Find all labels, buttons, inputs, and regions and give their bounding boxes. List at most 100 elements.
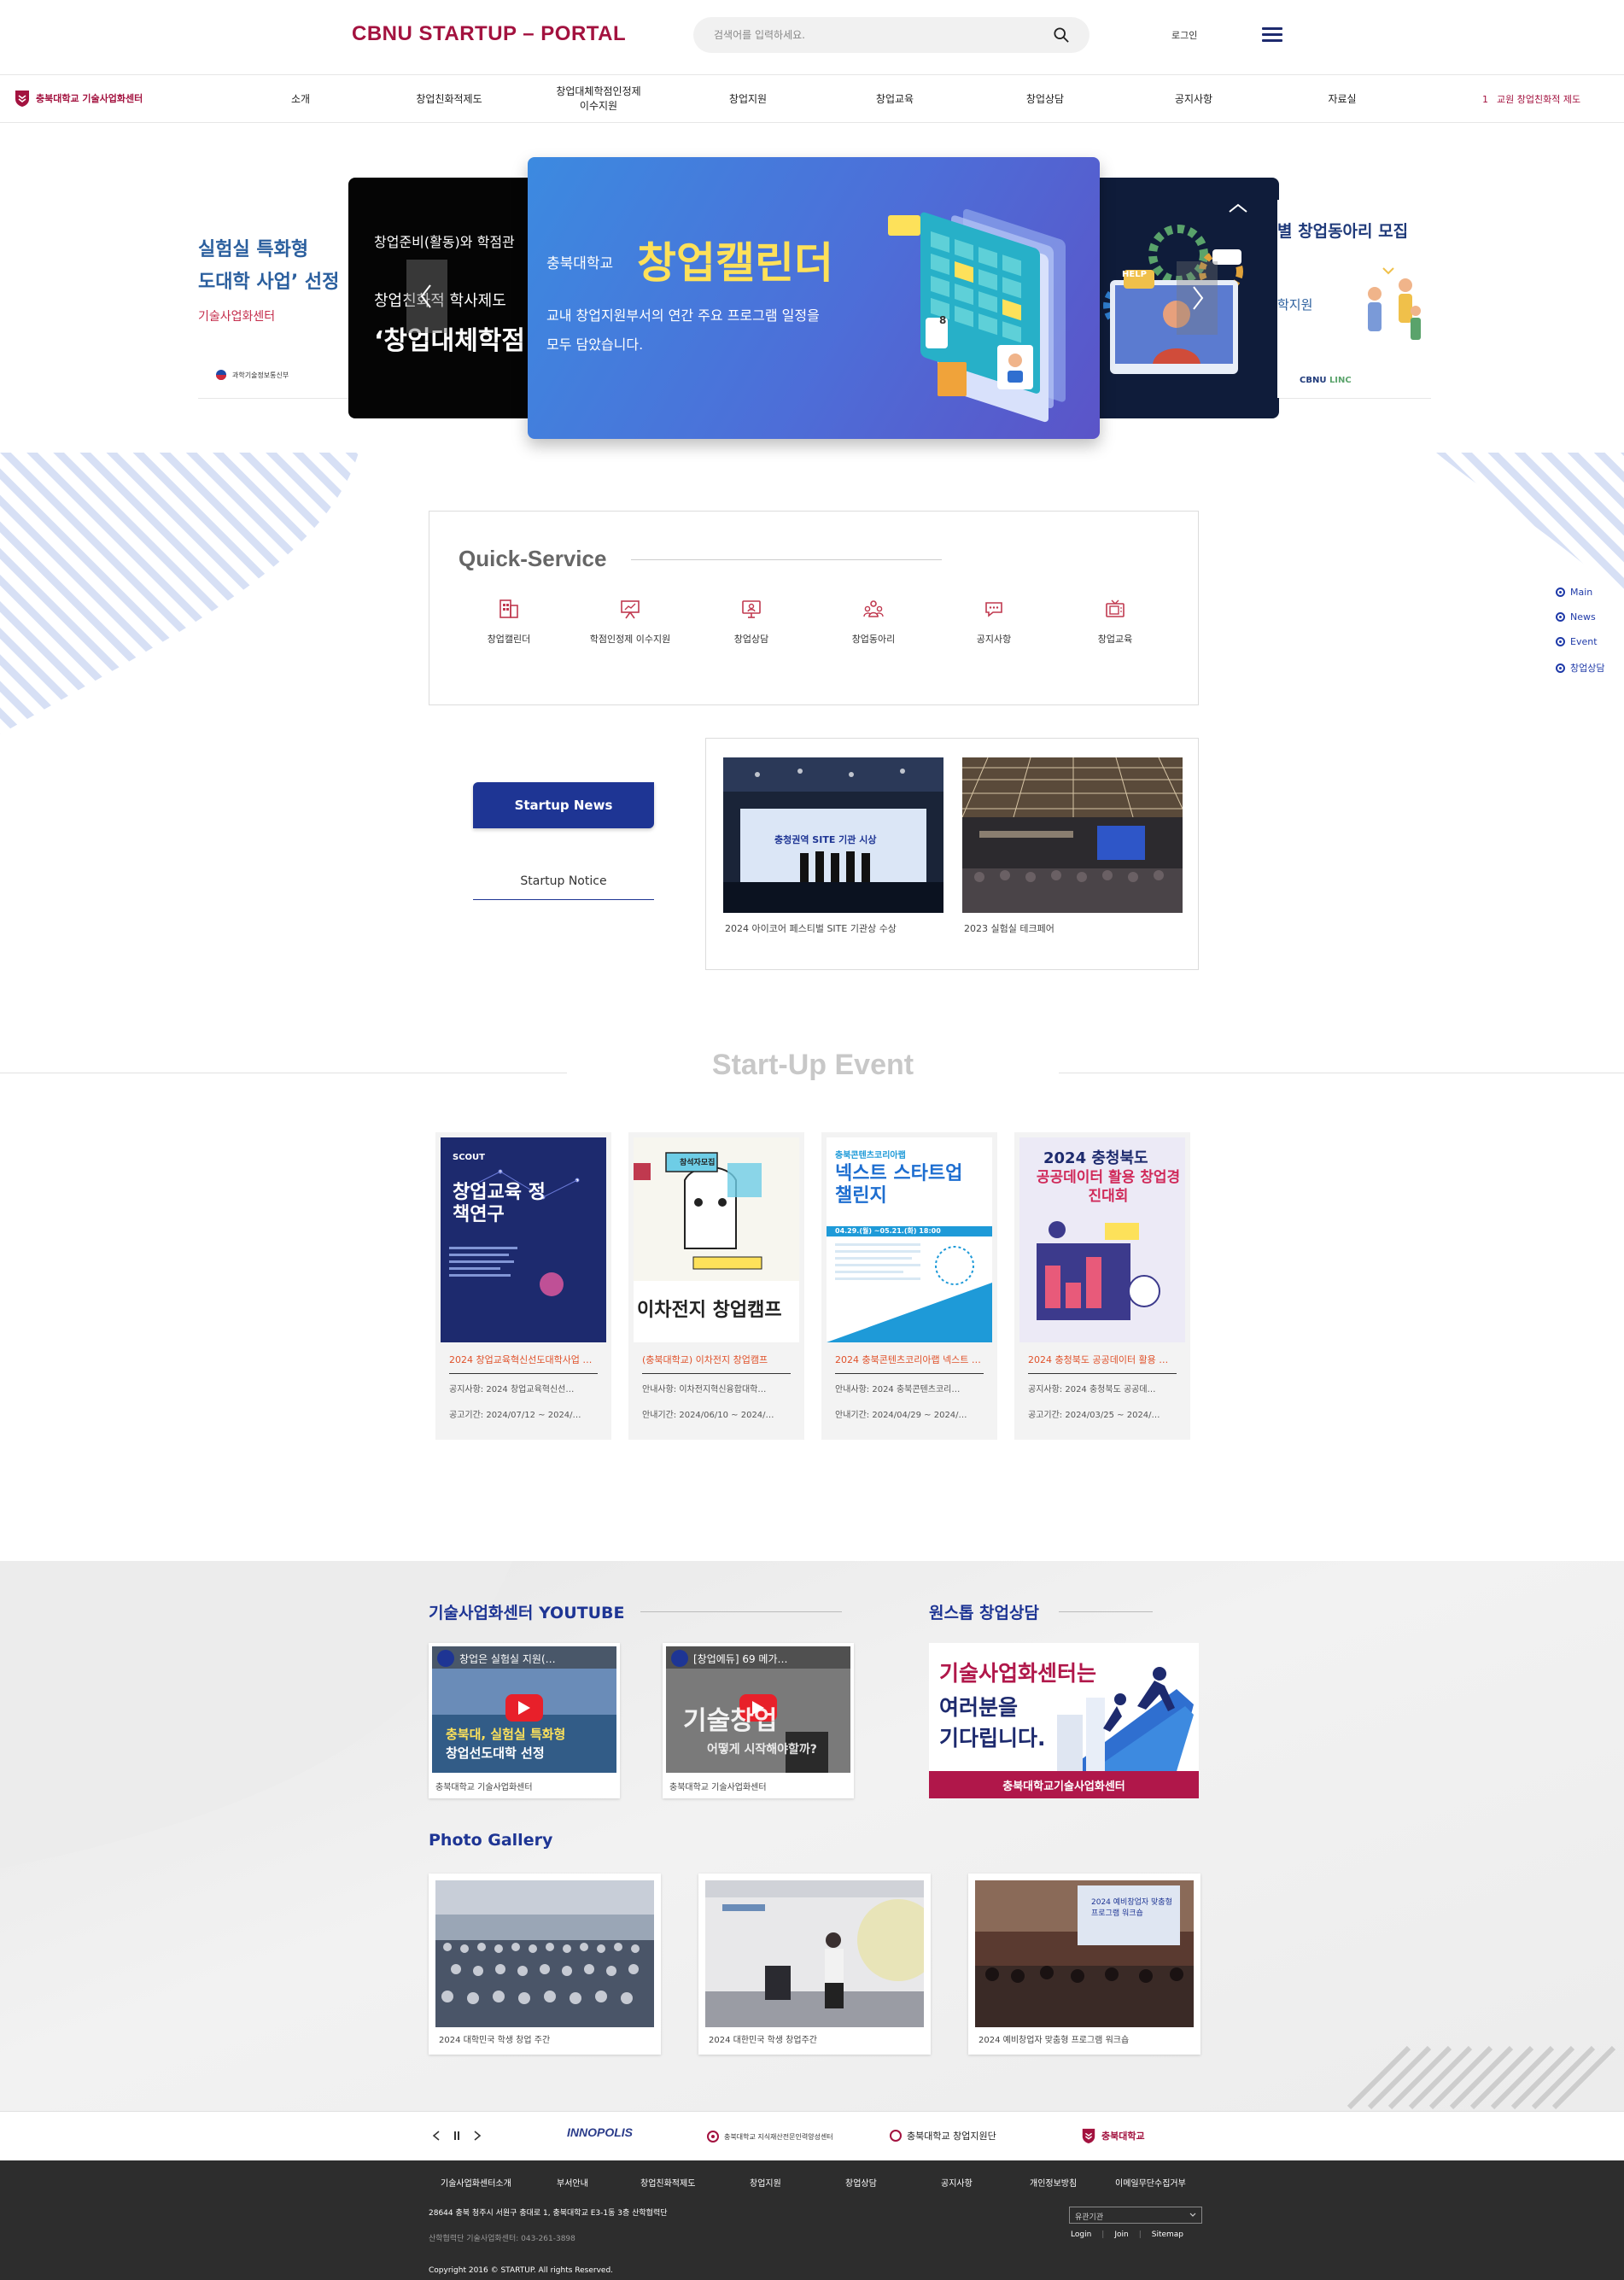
slide-lab-sub: 기술사업화센터	[198, 310, 276, 324]
footer-join[interactable]: Join	[1114, 2230, 1128, 2239]
menu-icon[interactable]	[1262, 27, 1282, 43]
partner-prev-icon[interactable]	[432, 2131, 441, 2141]
nav-support[interactable]: 창업지원	[714, 75, 782, 123]
related-sites-label: 유관기관	[1075, 2213, 1104, 2222]
footer-copyright: Copyright 2016 © STARTUP. All rights Res…	[429, 2266, 614, 2275]
gallery-caption-2: 2024 대한민국 학생 창업주간	[709, 2036, 817, 2045]
event-card-1[interactable]: SCOUT 창업교육 정책연구 2024 창업교육혁신선도대학사업 … 공지사항…	[435, 1132, 611, 1440]
news-caption-2[interactable]: 2023 실험실 테크페어	[964, 921, 1054, 935]
gallery-item-1[interactable]: 2024 대학민국 학생 창업 주간	[429, 1874, 661, 2055]
consult-line2: 여러분을	[939, 1695, 1019, 1720]
event-desc-1: 공지사항: 2024 창업교육혁신선…	[449, 1385, 575, 1394]
partner-ip-center[interactable]: 충북대학교 지식재산전문인력양성센터	[707, 2131, 833, 2143]
footer-link-support[interactable]: 창업지원	[750, 2176, 781, 2189]
nav-credit-system[interactable]: 창업대체학점인정제 이수지원	[541, 75, 656, 123]
event-date-4: 공고기간: 2024/03/25 ~ 2024/…	[1028, 1411, 1160, 1420]
footer-link-system[interactable]: 창업친화적제도	[640, 2176, 695, 2189]
chat-icon	[985, 602, 1002, 617]
slide-credit-system[interactable]: 창업준비(활동)와 학점관 창업친화적 학사제도 ‘창업대체학점	[348, 178, 553, 418]
news-caption-1[interactable]: 2024 아이코어 페스티벌 SITE 기관상 수상	[725, 921, 897, 935]
calendar-illustration	[888, 208, 1066, 423]
partner-innopolis[interactable]: INNOPOLIS	[567, 2125, 633, 2139]
quick-notice[interactable]: 공지사항	[943, 598, 1045, 646]
main-navigation: 충북대학교 기술사업화센터 소개 창업친화적제도 창업대체학점인정제 이수지원 …	[0, 75, 1624, 123]
search-input[interactable]	[714, 17, 1038, 53]
event-section-title: Start-Up Event	[711, 1049, 914, 1081]
partner-cbnu[interactable]: 충북대학교	[1081, 2127, 1145, 2144]
gallery-title: Photo Gallery	[429, 1831, 553, 1850]
partner-startup-group[interactable]: 충북대학교 창업지원단	[890, 2129, 996, 2143]
calendar-desc2: 모두 담았습니다.	[546, 336, 644, 353]
quick-credit[interactable]: 학점인정제 이수지원	[579, 598, 681, 646]
footer-link-privacy[interactable]: 개인정보방침	[1030, 2176, 1077, 2189]
side-nav-consult[interactable]: 창업상담	[1556, 661, 1604, 675]
related-sites-select[interactable]: 유관기관	[1069, 2207, 1202, 2224]
partner-pause-icon[interactable]	[453, 2131, 461, 2141]
footer-login[interactable]: Login	[1071, 2230, 1091, 2239]
footer-sitemap[interactable]: Sitemap	[1152, 2230, 1183, 2239]
search-icon[interactable]	[1054, 27, 1069, 43]
slide-help[interactable]: HELP	[1084, 178, 1279, 418]
event-card-2[interactable]: 참석자모집 이차전지 창업캠프 (충북대학교) 이차전지 창업캠프 안내사항: …	[628, 1132, 804, 1440]
slide-startup-calendar[interactable]: 충북대학교 창업캘린더 교내 창업지원부서의 연간 주요 프로그램 일정을 모두…	[528, 157, 1100, 439]
youtube-thumb-2: [창업에듀] 69 메가… 기술창업 어떻게 시작해야할까?	[666, 1646, 850, 1773]
login-link[interactable]: 로그인	[1171, 28, 1197, 42]
footer-link-email[interactable]: 이메일무단수집거부	[1115, 2176, 1186, 2189]
slider-next-button[interactable]	[1177, 261, 1218, 335]
university-shield-icon	[15, 91, 29, 107]
tab-startup-news[interactable]: Startup News	[473, 782, 654, 828]
event-poster-4-top: 2024 충청북도	[1043, 1149, 1148, 1167]
side-nav-event[interactable]: Event	[1556, 636, 1598, 647]
youtube-video-1[interactable]: 창업은 실험실 지원(… 충북대, 실험실 특화형 창업선도대학 선정 충북대학…	[429, 1643, 620, 1798]
nav-notice[interactable]: 공지사항	[1160, 75, 1228, 123]
quick-education[interactable]: 창업교육	[1064, 598, 1166, 646]
gallery-item-2[interactable]: 2024 대한민국 학생 창업주간	[698, 1874, 931, 2055]
footer-link-about[interactable]: 기술사업화센터소개	[441, 2176, 511, 2189]
news-photo-1-banner: 충청권역 SITE 기관 시상	[774, 834, 877, 845]
search-box	[693, 17, 1089, 53]
nav-intro[interactable]: 소개	[266, 75, 335, 123]
calendar-page-num: 8	[939, 314, 947, 326]
slide-lab-special[interactable]: 실험실 특화형 도대학 사업’ 선정 기술사업화센터 과학기술정보통신부	[198, 200, 360, 398]
news-thumb-1[interactable]: 충청권역 SITE 기관 시상	[723, 757, 943, 913]
footer-link-dept[interactable]: 부서안내	[557, 2176, 588, 2189]
chevron-right-icon	[1193, 286, 1204, 310]
footer-link-consult[interactable]: 창업상담	[845, 2176, 877, 2189]
monitor-icon	[742, 600, 761, 618]
site-brand[interactable]: CBNU STARTUP – PORTAL	[352, 22, 626, 46]
tab-startup-notice[interactable]: Startup Notice	[473, 862, 654, 900]
news-thumb-2[interactable]	[962, 757, 1183, 913]
calendar-small-title: 충북대학교	[546, 255, 614, 272]
nav-friendly-system[interactable]: 창업친화적제도	[398, 75, 500, 123]
event-card-4[interactable]: 2024 충청북도 공공데이터 활용 창업경진대회 2024 충청북도 공공데이…	[1014, 1132, 1190, 1440]
event-poster-3: 충북콘텐츠코리아랩 넥스트 스타트업 챌린지 04.29.(월) ~05.21.…	[827, 1137, 992, 1342]
slider-prev-button[interactable]	[406, 260, 447, 333]
quick-consulting[interactable]: 창업상담	[700, 598, 803, 646]
quick-club[interactable]: 창업동아리	[822, 598, 925, 646]
side-nav-main[interactable]: Main	[1556, 587, 1592, 598]
youtube-video-2-overlay2: 어떻게 시작해야할까?	[707, 1743, 817, 1757]
consult-button[interactable]: 충북대학교기술사업화센터	[929, 1771, 1199, 1798]
linc-logo-text: LINC	[1329, 376, 1352, 385]
gallery-item-3[interactable]: 2024 예비창업자 맞춤형 프로그램 워크숍 2024 예비창업자 맞춤형 프…	[968, 1874, 1200, 2055]
center-logo[interactable]: 충북대학교 기술사업화센터	[14, 89, 143, 108]
side-nav-news[interactable]: News	[1556, 611, 1596, 623]
partner-next-icon[interactable]	[473, 2131, 482, 2141]
related-link[interactable]: 1 교원 창업친화적 제도	[1482, 92, 1580, 106]
nav-consulting[interactable]: 창업상담	[1011, 75, 1079, 123]
nav-education[interactable]: 창업교육	[861, 75, 929, 123]
consult-banner[interactable]: 기술사업화센터는 여러분을 기다립니다. 충북대학교기술사업화센터	[929, 1643, 1199, 1798]
youtube-video-2[interactable]: [창업에듀] 69 메가… 기술창업 어떻게 시작해야할까? 충북대학교 기술사…	[663, 1643, 854, 1798]
calendar-big-title: 창업캘린더	[637, 238, 833, 288]
youtube-title: 기술사업화센터 YOUTUBE	[429, 1604, 625, 1622]
event-card-3[interactable]: 충북콘텐츠코리아랩 넥스트 스타트업 챌린지 04.29.(월) ~05.21.…	[821, 1132, 997, 1440]
gallery-photo-2	[705, 1880, 924, 2027]
news-panel: 충청권역 SITE 기관 시상 2024 아이코어 페스티벌 SITE 기관상 …	[705, 738, 1199, 970]
club-illustration	[1368, 267, 1421, 340]
gallery-photo-3-screen: 2024 예비창업자 맞춤형 프로그램 워크숍	[1091, 1898, 1172, 1918]
quick-calendar[interactable]: 창업캘린더	[458, 598, 560, 646]
slide-startup-club[interactable]: 별 창업동아리 모집 학지원 CBNU LINC	[1277, 200, 1431, 398]
group-icon	[863, 600, 884, 617]
footer-link-notice[interactable]: 공지사항	[941, 2176, 973, 2189]
nav-archive[interactable]: 자료실	[1308, 75, 1376, 123]
